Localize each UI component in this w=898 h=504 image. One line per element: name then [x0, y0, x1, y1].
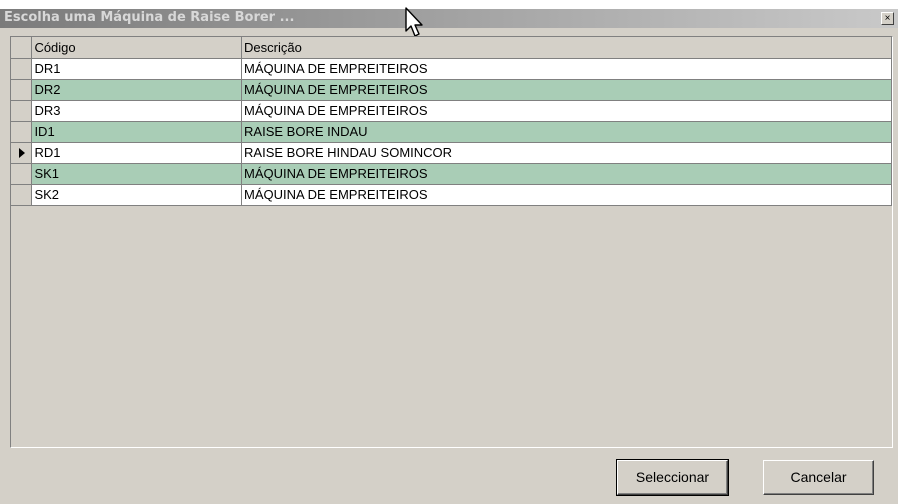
row-indicator[interactable]: [11, 142, 33, 164]
cell-description[interactable]: RAISE BORE HINDAU SOMINCOR: [241, 142, 892, 164]
row-indicator[interactable]: [11, 79, 33, 101]
window-title: Escolha uma Máquina de Raise Borer ...: [4, 10, 295, 25]
table-row[interactable]: SK2 MÁQUINA DE EMPREITEIROS: [11, 184, 892, 206]
indicator-header: [11, 37, 33, 59]
table-row[interactable]: RD1 RAISE BORE HINDAU SOMINCOR: [11, 142, 892, 164]
cell-code[interactable]: ID1: [31, 121, 243, 143]
row-indicator[interactable]: [11, 121, 33, 143]
column-header-code[interactable]: Código: [31, 37, 243, 59]
cell-description[interactable]: MÁQUINA DE EMPREITEIROS: [241, 163, 892, 185]
dialog-window: Escolha uma Máquina de Raise Borer ... ×…: [0, 7, 898, 504]
cell-description[interactable]: RAISE BORE INDAU: [241, 121, 892, 143]
title-bar[interactable]: Escolha uma Máquina de Raise Borer ... ×: [0, 9, 898, 28]
table-row[interactable]: ID1 RAISE BORE INDAU: [11, 121, 892, 143]
select-button[interactable]: Seleccionar: [616, 459, 729, 496]
cell-code[interactable]: DR1: [31, 58, 243, 80]
current-row-arrow-icon: [19, 147, 25, 158]
close-icon: ×: [884, 13, 891, 24]
table-row[interactable]: DR3 MÁQUINA DE EMPREITEIROS: [11, 100, 892, 122]
cancel-button[interactable]: Cancelar: [763, 460, 874, 495]
row-indicator[interactable]: [11, 163, 33, 185]
mouse-pointer-icon: [405, 7, 423, 37]
cell-code[interactable]: SK2: [31, 184, 243, 206]
cell-code[interactable]: RD1: [31, 142, 243, 164]
table-row[interactable]: SK1 MÁQUINA DE EMPREITEIROS: [11, 163, 892, 185]
cell-code[interactable]: DR3: [31, 100, 243, 122]
column-header-description[interactable]: Descrição: [241, 37, 892, 59]
cell-description[interactable]: MÁQUINA DE EMPREITEIROS: [241, 100, 892, 122]
cell-description[interactable]: MÁQUINA DE EMPREITEIROS: [241, 79, 892, 101]
table-row[interactable]: DR2 MÁQUINA DE EMPREITEIROS: [11, 79, 892, 101]
row-indicator[interactable]: [11, 58, 33, 80]
table-row[interactable]: DR1 MÁQUINA DE EMPREITEIROS: [11, 58, 892, 80]
cell-description[interactable]: MÁQUINA DE EMPREITEIROS: [241, 58, 892, 80]
row-indicator[interactable]: [11, 100, 33, 122]
cell-code[interactable]: DR2: [31, 79, 243, 101]
cell-code[interactable]: SK1: [31, 163, 243, 185]
cell-description[interactable]: MÁQUINA DE EMPREITEIROS: [241, 184, 892, 206]
close-button[interactable]: ×: [881, 12, 894, 25]
row-indicator[interactable]: [11, 184, 33, 206]
machine-grid[interactable]: Código Descrição DR1 MÁQUINA DE EMPREITEI…: [10, 36, 893, 448]
